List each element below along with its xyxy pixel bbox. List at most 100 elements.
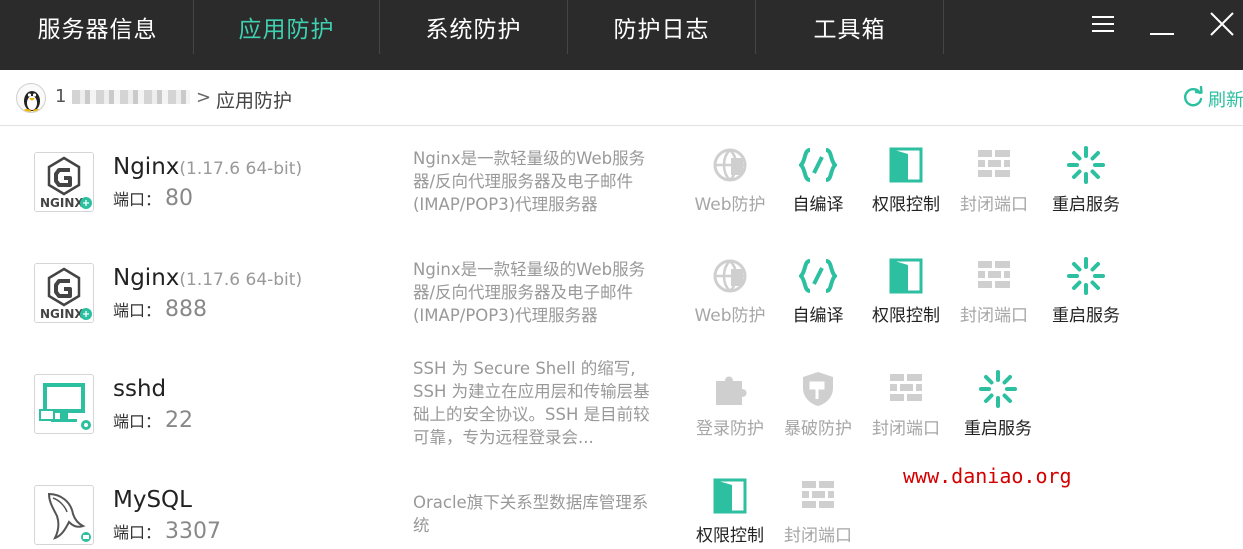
puzzle-icon bbox=[710, 369, 750, 408]
breadcrumb-separator: > bbox=[196, 87, 212, 108]
action-label: 重启服务 bbox=[1052, 195, 1120, 215]
login-protection-button[interactable]: 登录防护 bbox=[688, 369, 772, 439]
app-name-text: Nginx bbox=[113, 154, 180, 180]
nginx-logo-icon: NGINX bbox=[34, 152, 94, 212]
port-value: 80 bbox=[165, 186, 194, 211]
app-version: (1.17.6 64-bit) bbox=[179, 270, 303, 290]
tab-protection-log[interactable]: 防护日志 bbox=[568, 0, 755, 54]
app-name: Nginx(1.17.6 64-bit) bbox=[113, 265, 302, 291]
brute-force-protection-button[interactable]: 暴破防护 bbox=[776, 369, 860, 439]
web-protection-button[interactable]: Web防护 bbox=[688, 145, 772, 215]
door-icon bbox=[710, 476, 750, 515]
restart-service-button[interactable]: 重启服务 bbox=[956, 369, 1040, 439]
action-label: 封闭端口 bbox=[960, 195, 1028, 215]
app-description: Nginx是一款轻量级的Web服务器/反向代理服务器及电子邮件(IMAP/POP… bbox=[413, 149, 646, 214]
app-port: 端口： 80 bbox=[113, 186, 193, 211]
svg-text:NGINX: NGINX bbox=[40, 196, 84, 210]
action-label: 封闭端口 bbox=[784, 526, 852, 546]
action-label: 重启服务 bbox=[1052, 306, 1120, 326]
spinner-icon bbox=[1066, 256, 1106, 295]
spinner-icon bbox=[1066, 145, 1106, 184]
close-port-button[interactable]: 封闭端口 bbox=[952, 145, 1036, 215]
app-description: Oracle旗下关系型数据库管理系统 bbox=[413, 493, 649, 535]
port-value: 3307 bbox=[165, 519, 222, 544]
door-icon bbox=[886, 145, 926, 184]
action-label: 权限控制 bbox=[872, 306, 940, 326]
linux-penguin-icon bbox=[16, 83, 46, 113]
close-icon[interactable] bbox=[1204, 6, 1240, 42]
permission-control-button[interactable]: 权限控制 bbox=[864, 256, 948, 326]
dolphin-icon bbox=[34, 485, 94, 545]
server-host: 1 bbox=[55, 86, 196, 107]
tab-app-protection[interactable]: 应用防护 bbox=[195, 0, 378, 54]
action-label: 暴破防护 bbox=[784, 419, 852, 439]
brick-wall-icon bbox=[974, 256, 1014, 295]
app-port: 端口： 22 bbox=[113, 408, 193, 433]
app-port: 端口： 3307 bbox=[113, 519, 221, 544]
self-compile-button[interactable]: 自编译 bbox=[776, 145, 860, 215]
action-label: 封闭端口 bbox=[872, 419, 940, 439]
tab-divider bbox=[193, 0, 194, 54]
action-label: 封闭端口 bbox=[960, 306, 1028, 326]
tab-toolbox[interactable]: 工具箱 bbox=[756, 0, 943, 54]
port-label: 端口： bbox=[113, 190, 162, 209]
top-nav-bar: 服务器信息 应用防护 系统防护 防护日志 工具箱 bbox=[0, 0, 1243, 70]
action-label: 自编译 bbox=[792, 306, 844, 326]
app-row-nginx-80: NGINX Nginx(1.17.6 64-bit) 端口： 80 Nginx是一… bbox=[0, 127, 1243, 238]
restart-service-button[interactable]: 重启服务 bbox=[1044, 256, 1128, 326]
action-label: 权限控制 bbox=[872, 195, 940, 215]
nginx-logo-icon: NGINX bbox=[34, 263, 94, 323]
port-label: 端口： bbox=[113, 412, 162, 431]
permission-control-button[interactable]: 权限控制 bbox=[864, 145, 948, 215]
close-port-button[interactable]: 封闭端口 bbox=[952, 256, 1036, 326]
app-name-text: sshd bbox=[113, 376, 167, 402]
brick-wall-icon bbox=[886, 369, 926, 408]
app-name-text: Nginx bbox=[113, 265, 180, 291]
port-label: 端口： bbox=[113, 301, 162, 320]
door-icon bbox=[886, 256, 926, 295]
restart-service-button[interactable]: 重启服务 bbox=[1044, 145, 1128, 215]
app-description: Nginx是一款轻量级的Web服务器/反向代理服务器及电子邮件(IMAP/POP… bbox=[413, 260, 646, 325]
app-name-text: MySQL bbox=[113, 487, 192, 513]
close-port-button[interactable]: 封闭端口 bbox=[776, 476, 860, 546]
web-shield-icon bbox=[710, 256, 750, 295]
action-label: Web防护 bbox=[694, 195, 766, 215]
action-label: 自编译 bbox=[792, 195, 844, 215]
close-port-button[interactable]: 封闭端口 bbox=[864, 369, 948, 439]
refresh-label: 刷新 bbox=[1208, 90, 1243, 111]
app-row-sshd: sshd 端口： 22 SSH 为 Secure Shell 的缩写, SSH 为… bbox=[0, 349, 1243, 460]
web-protection-button[interactable]: Web防护 bbox=[688, 256, 772, 326]
tab-divider bbox=[943, 0, 944, 54]
refresh-icon bbox=[1182, 85, 1204, 112]
app-version: (1.17.6 64-bit) bbox=[179, 159, 303, 179]
server-host-prefix: 1 bbox=[55, 86, 67, 107]
tab-server-info[interactable]: 服务器信息 bbox=[0, 0, 195, 54]
port-value: 22 bbox=[165, 408, 194, 433]
self-compile-button[interactable]: 自编译 bbox=[776, 256, 860, 326]
brick-wall-icon bbox=[974, 145, 1014, 184]
action-label: Web防护 bbox=[694, 306, 766, 326]
action-label: 登录防护 bbox=[696, 419, 764, 439]
svg-text:NGINX: NGINX bbox=[40, 307, 84, 321]
port-value: 888 bbox=[165, 297, 208, 322]
menu-icon[interactable] bbox=[1085, 6, 1121, 42]
permission-control-button[interactable]: 权限控制 bbox=[688, 476, 772, 546]
monitor-icon bbox=[34, 374, 94, 434]
app-port: 端口： 888 bbox=[113, 297, 207, 322]
app-description: SSH 为 Secure Shell 的缩写, SSH 为建立在应用层和传输层基… bbox=[413, 359, 650, 447]
app-name: MySQL bbox=[113, 487, 192, 513]
watermark-text: www.daniao.org bbox=[903, 464, 1072, 488]
action-label: 重启服务 bbox=[964, 419, 1032, 439]
hammer-shield-icon bbox=[798, 369, 838, 408]
spinner-icon bbox=[978, 369, 1018, 408]
port-label: 端口： bbox=[113, 523, 162, 542]
refresh-button[interactable]: 刷新 bbox=[1182, 85, 1243, 112]
minimize-icon[interactable] bbox=[1144, 6, 1180, 42]
code-braces-icon bbox=[798, 256, 838, 295]
tab-system-protection[interactable]: 系统防护 bbox=[380, 0, 567, 54]
code-braces-icon bbox=[798, 145, 838, 184]
brick-wall-icon bbox=[798, 476, 838, 515]
breadcrumb: 1 > 应用防护 刷新 bbox=[0, 70, 1243, 126]
app-name: sshd bbox=[113, 376, 166, 402]
web-shield-icon bbox=[710, 145, 750, 184]
